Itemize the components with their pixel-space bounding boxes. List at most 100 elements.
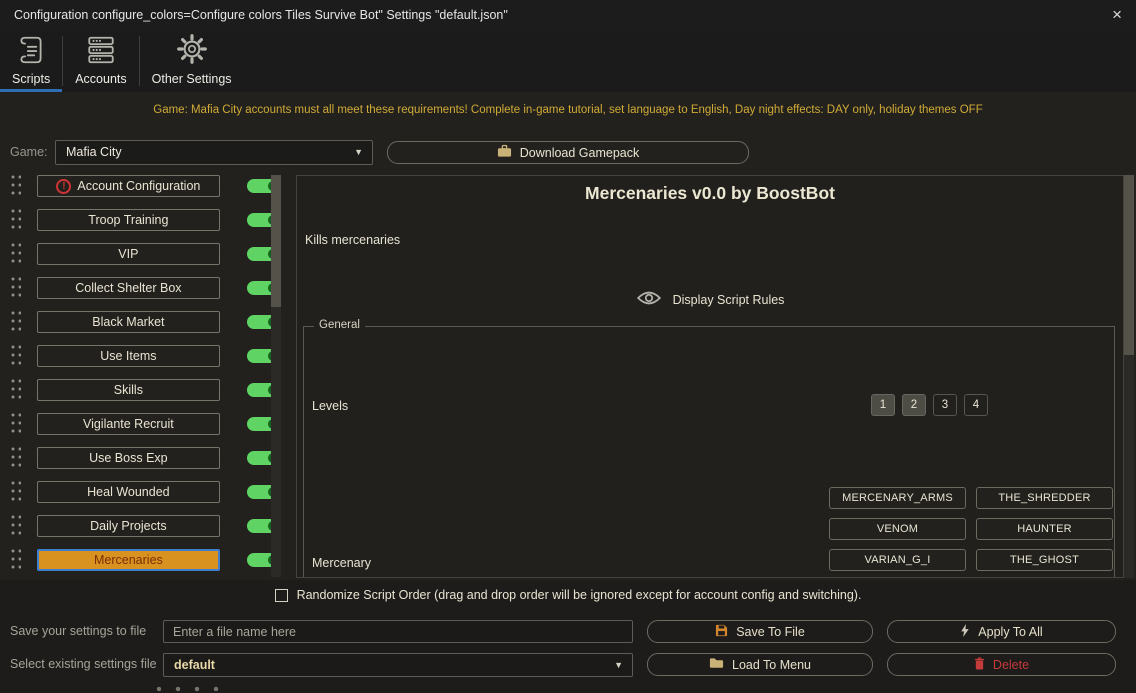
sidebar-scrollbar-thumb[interactable] (271, 175, 281, 307)
script-description: Kills mercenaries (305, 233, 400, 247)
apply-to-all-button[interactable]: Apply To All (887, 620, 1116, 643)
drag-handle-icon[interactable] (11, 413, 21, 435)
gear-icon (175, 32, 209, 69)
file-name-input[interactable] (163, 620, 633, 643)
load-to-menu-button[interactable]: Load To Menu (647, 653, 873, 676)
tab-accounts[interactable]: Accounts (63, 30, 138, 92)
script-item: Use Items (8, 345, 280, 367)
folder-icon (709, 657, 724, 672)
drag-handle-icon[interactable] (11, 345, 21, 367)
mercenary-button-mercenary-arms[interactable]: MERCENARY_ARMS (829, 487, 966, 509)
display-script-rules-label: Display Script Rules (673, 293, 785, 307)
general-groupbox: General Levels 1 2 3 4 Mercenary MERCENA… (303, 326, 1115, 578)
script-item: VIP (8, 243, 280, 265)
drag-handle-icon[interactable] (11, 311, 21, 333)
game-select[interactable]: Mafia City ▼ (55, 140, 373, 165)
chevron-down-icon: ▼ (354, 141, 363, 164)
level-button-1[interactable]: 1 (871, 394, 895, 416)
randomize-checkbox[interactable] (275, 589, 288, 602)
save-row: Save your settings to file Save To File (0, 620, 1136, 645)
mercenary-button-the-ghost[interactable]: THE_GHOST (976, 549, 1113, 571)
drag-handle-icon[interactable] (11, 447, 21, 469)
save-settings-label: Save your settings to file (10, 624, 146, 638)
settings-file-select[interactable]: default ▼ (163, 653, 633, 677)
level-button-4[interactable]: 4 (964, 394, 988, 416)
tab-other-settings-label: Other Settings (152, 72, 232, 86)
script-label: Black Market (92, 315, 164, 329)
clipped-scrolled-content (156, 686, 232, 692)
script-button-use-boss-exp[interactable]: Use Boss Exp (37, 447, 219, 469)
script-item: Troop Training (8, 209, 280, 231)
mercenary-button-venom[interactable]: VENOM (829, 518, 966, 540)
load-row: Select existing settings file default ▼ … (0, 653, 1136, 678)
mercenary-button-varian-g-i[interactable]: VARIAN_G_I (829, 549, 966, 571)
script-label: VIP (118, 247, 138, 261)
download-gamepack-button[interactable]: Download Gamepack (387, 141, 749, 164)
select-settings-label: Select existing settings file (10, 657, 157, 671)
mercenary-button-haunter[interactable]: HAUNTER (976, 518, 1113, 540)
script-button-account-configuration[interactable]: ! Account Configuration (37, 175, 219, 197)
mercenary-buttons: MERCENARY_ARMS THE_SHREDDER VENOM HAUNTE… (829, 487, 1113, 571)
drag-handle-icon[interactable] (11, 277, 21, 299)
script-button-troop-training[interactable]: Troop Training (37, 209, 219, 231)
level-button-2[interactable]: 2 (902, 394, 926, 416)
sidebar-scrollbar[interactable] (271, 175, 281, 577)
scroll-icon (16, 34, 46, 69)
trash-icon (974, 657, 985, 673)
save-to-file-button[interactable]: Save To File (647, 620, 873, 643)
script-item: Mercenaries (8, 549, 280, 571)
script-button-daily-projects[interactable]: Daily Projects (37, 515, 219, 537)
server-stack-icon (85, 34, 117, 69)
delete-button[interactable]: Delete (887, 653, 1116, 676)
titlebar: Configuration configure_colors=Configure… (0, 0, 1136, 30)
eye-icon (636, 289, 662, 310)
script-button-vip[interactable]: VIP (37, 243, 219, 265)
drag-handle-icon[interactable] (11, 379, 21, 401)
mercenary-button-the-shredder[interactable]: THE_SHREDDER (976, 487, 1113, 509)
game-label: Game: (10, 145, 48, 159)
tab-scripts[interactable]: Scripts (0, 30, 62, 92)
save-to-file-label: Save To File (736, 625, 805, 639)
script-button-use-items[interactable]: Use Items (37, 345, 219, 367)
close-icon[interactable]: × (1112, 0, 1122, 30)
drag-handle-icon[interactable] (11, 481, 21, 503)
script-list: ! Account Configuration Troop Training V… (8, 175, 280, 577)
script-label: Vigilante Recruit (83, 417, 174, 431)
script-label: Troop Training (88, 213, 168, 227)
script-button-vigilante-recruit[interactable]: Vigilante Recruit (37, 413, 219, 435)
script-button-heal-wounded[interactable]: Heal Wounded (37, 481, 219, 503)
script-settings-panel: Mercenaries v0.0 by BoostBot Kills merce… (296, 175, 1124, 578)
panel-scrollbar[interactable] (1124, 175, 1134, 578)
download-gamepack-label: Download Gamepack (520, 146, 640, 160)
drag-handle-icon[interactable] (11, 175, 21, 197)
drag-handle-icon[interactable] (11, 243, 21, 265)
script-button-black-market[interactable]: Black Market (37, 311, 219, 333)
script-item: Daily Projects (8, 515, 280, 537)
drag-handle-icon[interactable] (11, 209, 21, 231)
game-requirements-warning: Game: Mafia City accounts must all meet … (0, 104, 1136, 116)
script-label: Heal Wounded (87, 485, 169, 499)
script-panel-title: Mercenaries v0.0 by BoostBot (297, 183, 1123, 204)
configuration-window: Configuration configure_colors=Configure… (0, 0, 1136, 693)
script-label: Mercenaries (94, 553, 163, 567)
lightning-icon (960, 624, 970, 640)
randomize-row: Randomize Script Order (drag and drop or… (0, 588, 1136, 602)
game-row: Game: Mafia City ▼ Download Gamepack (0, 140, 1136, 166)
display-script-rules-button[interactable]: Display Script Rules (297, 289, 1123, 310)
drag-handle-icon[interactable] (11, 515, 21, 537)
drag-handle-icon[interactable] (11, 549, 21, 571)
level-button-3[interactable]: 3 (933, 394, 957, 416)
tab-scripts-label: Scripts (12, 72, 50, 86)
tab-other-settings[interactable]: Other Settings (140, 30, 244, 92)
script-button-skills[interactable]: Skills (37, 379, 219, 401)
game-select-value: Mafia City (66, 145, 122, 159)
script-item: Heal Wounded (8, 481, 280, 503)
script-item: Skills (8, 379, 280, 401)
content-area: Game: Mafia City accounts must all meet … (0, 92, 1136, 580)
panel-scrollbar-thumb[interactable] (1124, 175, 1134, 355)
script-button-collect-shelter-box[interactable]: Collect Shelter Box (37, 277, 219, 299)
script-button-mercenaries[interactable]: Mercenaries (37, 549, 219, 571)
footer: Randomize Script Order (drag and drop or… (0, 580, 1136, 693)
script-label: Account Configuration (77, 179, 200, 193)
script-item: Black Market (8, 311, 280, 333)
